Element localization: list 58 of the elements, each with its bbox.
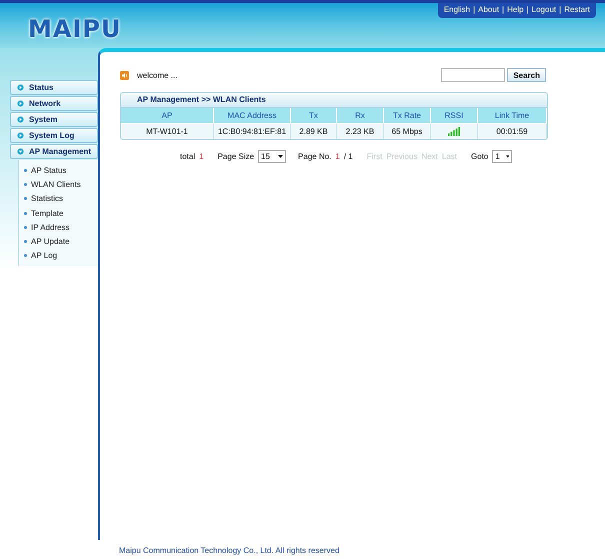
nav-link[interactable]: Restart [564, 5, 590, 14]
total-label: total [180, 152, 196, 161]
submenu-item[interactable]: IP Address [24, 221, 98, 234]
submenu-item[interactable]: AP Update [24, 235, 98, 248]
table-cell: 2.89 KB [291, 123, 337, 139]
column-header: Rx [337, 108, 384, 123]
signal-icon [448, 127, 460, 136]
column-header: Tx Rate [384, 108, 431, 123]
page-count: / 1 [344, 152, 353, 161]
submenu-item[interactable]: Statistics [24, 192, 98, 205]
submenu-item[interactable]: Template [24, 206, 98, 220]
total-count: 1 [199, 152, 204, 161]
goto-label: Goto [471, 152, 488, 161]
table-cell: 1C:B0:94:81:EF:81 [214, 123, 291, 139]
menu-item[interactable]: AP Management [10, 144, 98, 159]
page-size-select[interactable]: 15 [258, 150, 286, 163]
current-page: 1 [335, 152, 340, 161]
nav-link[interactable]: Help [507, 5, 524, 14]
submenu-item[interactable]: AP Log [24, 250, 98, 262]
table-cell: MT-W101-1 [121, 123, 214, 139]
nav-link[interactable]: English [444, 5, 470, 14]
page-no-label: Page No. [298, 152, 332, 161]
welcome-text: welcome ... [137, 70, 178, 80]
speaker-icon [120, 70, 129, 80]
separator: | [502, 5, 504, 14]
separator: | [473, 5, 476, 14]
separator: | [526, 5, 529, 14]
column-header: MAC Address [214, 108, 291, 123]
submenu-item[interactable]: WLAN Clients [24, 178, 98, 191]
nav-link[interactable]: About [478, 5, 500, 14]
column-header: AP [121, 108, 214, 123]
expand-icon [17, 84, 24, 91]
submenu-item[interactable]: AP Status [24, 164, 98, 176]
column-header: RSSI [431, 108, 478, 123]
separator: | [559, 5, 562, 14]
expand-icon [17, 148, 24, 155]
nav-link[interactable]: Logout [532, 5, 556, 14]
menu-item[interactable]: System [10, 112, 98, 127]
dropdown-arrow-icon [506, 155, 510, 158]
goto-select[interactable]: 1 [492, 150, 512, 163]
logo: MAIPU [28, 15, 122, 43]
copyright-text: Maipu Communication Technology Co., Ltd. All rights reserved [119, 546, 340, 555]
search-field[interactable] [441, 68, 506, 82]
expand-icon [17, 132, 24, 139]
search-button[interactable]: Search [507, 68, 546, 82]
table-cell: 65 Mbps [384, 123, 431, 139]
expand-icon [17, 116, 24, 123]
dropdown-arrow-icon [278, 155, 284, 158]
column-header: Tx [291, 108, 337, 123]
menu-item[interactable]: Status [10, 80, 98, 95]
page-size-label: Page Size [218, 152, 254, 161]
menu-item[interactable]: System Log [10, 128, 98, 143]
table-cell: 00:01:59 [478, 123, 547, 139]
table-title: AP Management >> WLAN Clients [121, 93, 547, 108]
menu-item[interactable]: Network [10, 96, 98, 111]
column-header: Link Time [478, 108, 547, 123]
table-cell: 2.23 KB [337, 123, 384, 139]
expand-icon [17, 100, 24, 107]
